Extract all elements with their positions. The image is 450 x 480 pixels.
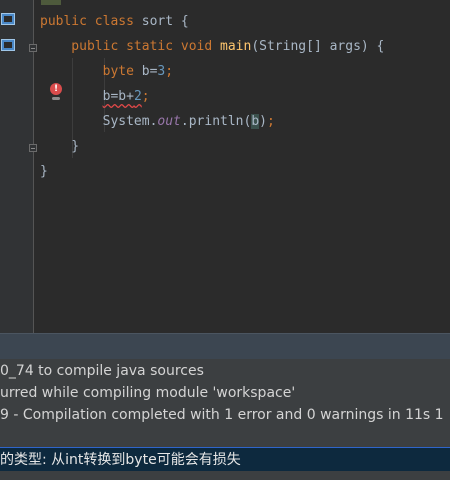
code-token: b: [141, 64, 150, 79]
code-line[interactable]: public class sort {: [40, 12, 189, 32]
code-token: .println(: [180, 114, 252, 129]
code-token: (String[] args) {: [251, 39, 385, 54]
code-token: }: [40, 164, 48, 179]
code-line[interactable]: }: [40, 137, 79, 157]
code-token: System.: [40, 114, 158, 129]
message-line[interactable]: urred while compiling module 'workspace': [0, 382, 295, 404]
main-run-icon[interactable]: [1, 39, 15, 51]
status-error-text: 的类型: 从int转换到byte可能会有损失: [0, 452, 241, 468]
code-token: }: [40, 139, 80, 154]
code-token: b: [251, 114, 260, 129]
status-bar: 的类型: 从int转换到byte可能会有损失: [0, 447, 450, 473]
code-line[interactable]: byte b=3;: [40, 62, 173, 82]
code-token: out: [157, 114, 181, 129]
code-token: ;: [141, 89, 150, 104]
code-line[interactable]: public static void main(String[] args) {: [40, 37, 384, 57]
messages-panel[interactable]: 0_74 to compile java sources urred while…: [0, 359, 450, 447]
code-token: {: [180, 14, 189, 29]
bottom-strip: [0, 471, 450, 480]
message-line[interactable]: 0_74 to compile java sources: [0, 360, 204, 382]
code-token: main: [220, 39, 252, 54]
code-token: 2: [133, 89, 142, 104]
code-line[interactable]: b=b+2;: [40, 87, 150, 107]
code-token: ;: [165, 64, 174, 79]
code-line[interactable]: }: [40, 162, 48, 182]
code-token: sort: [141, 14, 181, 29]
class-run-icon[interactable]: [1, 13, 15, 25]
message-line[interactable]: 9 - Compilation completed with 1 error a…: [0, 404, 444, 426]
code-token: byte: [40, 64, 142, 79]
fold-marker-icon[interactable]: [29, 44, 37, 52]
scroll-marker: [41, 0, 61, 5]
code-token: ;: [267, 114, 275, 129]
code-editor[interactable]: ! public class sort { public static void…: [0, 0, 450, 333]
code-line[interactable]: System.out.println(b);: [40, 112, 275, 132]
code-token: b=b+: [102, 89, 134, 104]
code-token: public static void: [40, 39, 221, 54]
fold-marker-icon[interactable]: [29, 144, 37, 152]
messages-panel-header[interactable]: [0, 333, 450, 360]
code-token: public class: [40, 14, 142, 29]
code-token: ): [259, 114, 267, 129]
